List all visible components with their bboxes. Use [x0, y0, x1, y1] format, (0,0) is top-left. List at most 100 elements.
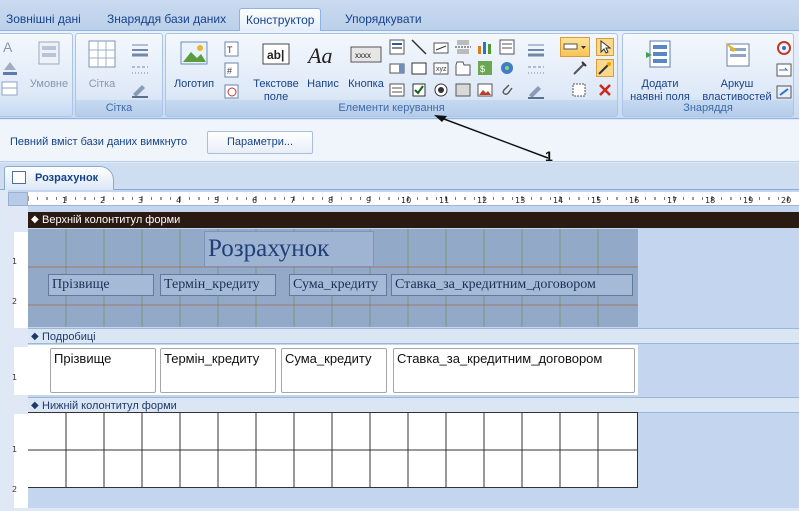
logo-button[interactable]: Логотип — [170, 38, 218, 91]
line-thickness-controls-icon[interactable] — [526, 40, 544, 58]
detail-area[interactable]: Прізвище Термін_кредиту Сума_кредиту Ста… — [28, 345, 638, 395]
list-box-icon[interactable] — [388, 38, 406, 56]
logo-icon — [180, 41, 208, 65]
line-thickness-icon[interactable] — [130, 40, 148, 58]
ruler-number: 5 — [214, 196, 219, 205]
tools-group-label: Знаряддя — [623, 100, 793, 116]
tab-control-icon[interactable] — [454, 59, 472, 77]
add-fields-icon — [646, 40, 671, 68]
date-time-icon[interactable] — [223, 82, 241, 100]
grid-button-label: Сітка — [88, 78, 116, 90]
detail-section-bar[interactable]: ◆ Подробиці — [28, 328, 799, 344]
add-existing-fields-button[interactable]: Додати наявні поля — [625, 38, 695, 104]
convert-macros-icon[interactable] — [775, 83, 793, 101]
vertical-ruler[interactable]: 1 2 1 1 2 — [8, 206, 28, 508]
ruler-number: 10 — [401, 196, 411, 205]
ruler-number: 20 — [781, 196, 791, 205]
subform-icon[interactable] — [498, 38, 516, 56]
form-design-surface: 1 2 3 4 5 6 7 8 9 10 11 12 13 14 15 16 17 18 19 20 1 2 1 1 … — [8, 190, 799, 508]
vruler-footer-2: 2 — [12, 485, 17, 494]
document-tab-form[interactable]: Розрахунок — [4, 166, 114, 190]
insert-activex-icon[interactable] — [571, 81, 589, 99]
use-control-wizards-button[interactable] — [560, 37, 590, 57]
font-icon[interactable]: A — [1, 38, 19, 56]
detail-field-rate[interactable]: Ставка_за_кредитним_договором — [393, 348, 635, 393]
header-label-term[interactable]: Термін_кредиту — [160, 274, 276, 296]
wand-icon[interactable] — [596, 59, 614, 77]
gridlines-icon[interactable] — [1, 80, 19, 98]
options-button[interactable]: Параметри... — [207, 131, 313, 154]
header-label-surname[interactable]: Прізвище — [48, 274, 154, 296]
detail-field-amount[interactable]: Сума_кредиту — [281, 348, 387, 393]
select-pointer-icon[interactable] — [596, 38, 614, 56]
grid-button[interactable]: Сітка — [82, 38, 122, 91]
ruler-number: 16 — [629, 196, 639, 205]
option-button-icon[interactable] — [432, 81, 450, 99]
svg-text:A: A — [3, 39, 13, 55]
line-style-controls-icon[interactable] — [526, 61, 544, 79]
horizontal-ruler-graphic: 1 2 3 4 5 6 7 8 9 10 11 12 13 14 15 16 17 18 19 20 — [27, 196, 791, 205]
bound-object-icon[interactable]: $ — [476, 59, 494, 77]
chart-icon[interactable] — [476, 38, 494, 56]
title-icon[interactable]: T — [223, 40, 241, 58]
textbox-button[interactable]: ab| Текстове поле — [249, 38, 303, 104]
wizard-tools-icon[interactable] — [571, 59, 589, 77]
tab-order-icon[interactable] — [775, 61, 793, 79]
form-footer-section-bar[interactable]: ◆ Нижній колонтитул форми — [28, 397, 799, 413]
tab-arrange[interactable]: Упорядкувати — [339, 10, 428, 31]
ribbon: A Умовне Сітка Сітка Логотип T # ab| Тек… — [0, 31, 799, 119]
section-arrow-icon: ◆ — [31, 331, 39, 342]
svg-text:xyz: xyz — [436, 66, 447, 73]
unbound-object-icon[interactable] — [498, 59, 516, 77]
command-button-icon: xxxx — [350, 46, 382, 63]
combo-box-icon[interactable] — [388, 59, 406, 77]
page-break-icon[interactable] — [454, 38, 472, 56]
svg-text:#: # — [227, 66, 232, 76]
form-footer-area[interactable] — [28, 412, 638, 488]
vruler-detail-1: 1 — [12, 373, 17, 382]
label-button[interactable]: Aa Напис — [303, 38, 343, 91]
button-control-button[interactable]: xxxx Кнопка — [344, 38, 388, 91]
conditional-format-button[interactable]: Умовне — [27, 38, 71, 91]
grid-icon — [88, 40, 116, 68]
ruler-number: 3 — [138, 196, 143, 205]
callout-number: 1 — [545, 148, 553, 164]
delete-control-icon[interactable] — [596, 81, 614, 99]
form-title-label[interactable]: Розрахунок — [204, 231, 374, 267]
line-style-icon[interactable] — [130, 61, 148, 79]
rectangle-icon[interactable] — [410, 59, 428, 77]
page-numbers-icon[interactable]: # — [223, 61, 241, 79]
form-header-area[interactable]: Розрахунок Прізвище Термін_кредиту Сума_… — [28, 229, 638, 327]
detail-field-term[interactable]: Термін_кредиту — [160, 348, 276, 393]
section-arrow-icon: ◆ — [31, 214, 39, 225]
line-color-icon[interactable] — [130, 81, 148, 99]
option-group-icon[interactable]: xyz — [432, 59, 450, 77]
conditional-format-icon — [38, 41, 60, 65]
tab-designer[interactable]: Конструктор — [239, 8, 322, 32]
image-icon[interactable] — [476, 81, 494, 99]
tab-database-tools[interactable]: Знаряддя бази даних — [101, 10, 232, 31]
ruler-number: 12 — [477, 196, 487, 205]
line-icon[interactable] — [410, 38, 428, 56]
fill-color-icon[interactable] — [1, 58, 19, 76]
checkbox-icon[interactable] — [410, 81, 428, 99]
view-code-icon[interactable] — [775, 39, 793, 57]
toggle-button-icon[interactable] — [454, 81, 472, 99]
logo-label: Логотип — [173, 78, 215, 90]
toggle-xyz-icon[interactable] — [432, 38, 450, 56]
ruler-number: 9 — [366, 196, 371, 205]
horizontal-ruler[interactable]: 1 2 3 4 5 6 7 8 9 10 11 12 13 14 15 16 17 18 19 20 — [27, 192, 799, 206]
form-header-section-bar[interactable]: ◆ Верхній колонтитул форми — [28, 212, 799, 228]
header-label-rate[interactable]: Ставка_за_кредитним_договором — [391, 274, 633, 296]
label-label: Напис — [307, 78, 339, 90]
line-color-controls-icon[interactable] — [526, 82, 544, 100]
header-label-amount[interactable]: Сума_кредиту — [289, 274, 387, 296]
paperclip-icon[interactable] — [498, 81, 516, 99]
ruler-corner[interactable] — [8, 192, 28, 206]
attachment-list-icon[interactable] — [388, 81, 406, 99]
detail-field-surname[interactable]: Прізвище — [50, 348, 156, 393]
property-sheet-button[interactable]: Аркуш властивостей — [699, 38, 775, 104]
ruler-number: 8 — [328, 196, 333, 205]
tab-external-data[interactable]: Зовнішні дані — [0, 10, 87, 31]
footer-grid — [28, 412, 638, 488]
